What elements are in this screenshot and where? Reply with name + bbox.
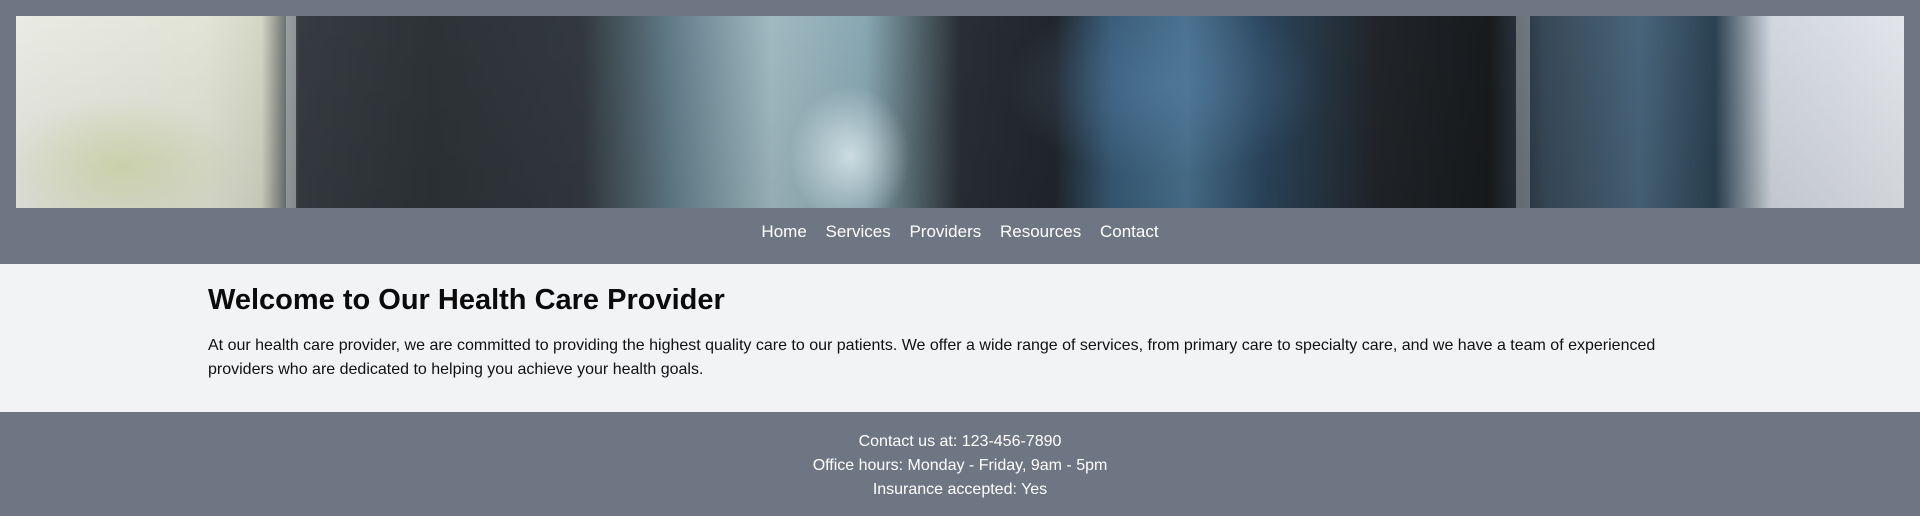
nav-home-link[interactable]: Home xyxy=(761,222,806,242)
main-content: Welcome to Our Health Care Provider At o… xyxy=(208,264,1712,382)
nav-services-link[interactable]: Services xyxy=(826,222,891,242)
intro-paragraph: At our health care provider, we are comm… xyxy=(208,337,1656,378)
nav-resources-link[interactable]: Resources xyxy=(1000,222,1081,242)
nav-contact-link[interactable]: Contact xyxy=(1100,222,1159,242)
main-nav: Home Services Providers Resources Contac… xyxy=(0,222,1920,242)
banner-shading xyxy=(16,16,1904,208)
banner-image xyxy=(16,16,1904,208)
footer-hours: Office hours: Monday - Friday, 9am - 5pm xyxy=(812,457,1108,474)
footer-insurance: Insurance accepted: Yes xyxy=(872,481,1048,498)
site-header: Home Services Providers Resources Contac… xyxy=(0,0,1920,264)
site-footer: Contact us at: 123-456-7890 Office hours… xyxy=(0,412,1920,516)
nav-providers-link[interactable]: Providers xyxy=(909,222,981,242)
footer-contact: Contact us at: 123-456-7890 xyxy=(858,433,1062,450)
page-title: Welcome to Our Health Care Provider xyxy=(208,284,725,316)
